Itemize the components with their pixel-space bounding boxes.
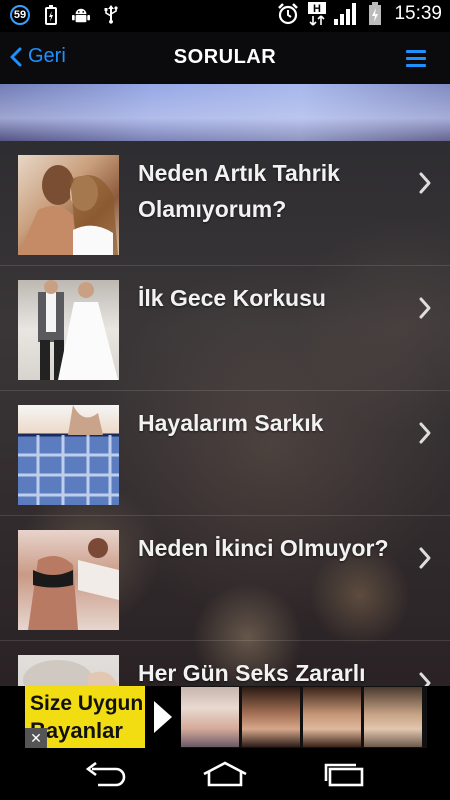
system-home-button[interactable] — [200, 758, 250, 790]
status-bar-left: 59 — [10, 5, 120, 25]
notification-badge: 59 — [10, 5, 30, 25]
chevron-right-icon — [419, 297, 431, 319]
question-row[interactable]: Hayalarım Sarkık — [0, 391, 450, 516]
alarm-icon — [276, 3, 300, 25]
ad-text-block: Size Uygun Bayanlar ✕ — [25, 686, 145, 748]
question-thumbnail — [18, 655, 119, 686]
ad-content[interactable]: Size Uygun Bayanlar ✕ — [25, 686, 427, 748]
ad-photo — [303, 687, 361, 747]
question-list: Neden Artık Tahrik Olamıyorum? İlk Gece … — [0, 141, 450, 686]
menu-bar-icon — [406, 50, 426, 53]
ad-photo — [242, 687, 300, 747]
system-recents-button[interactable] — [320, 758, 370, 790]
nav-bar: Geri SORULAR — [0, 32, 450, 84]
status-bar: 59 H 15:39 — [0, 0, 450, 32]
question-thumbnail — [18, 280, 119, 380]
menu-bar-icon — [406, 57, 426, 60]
question-title: Neden İkinci Olmuyor? — [138, 535, 389, 561]
question-row[interactable]: İlk Gece Korkusu — [0, 266, 450, 391]
menu-bar-icon — [406, 64, 426, 67]
chevron-right-icon — [419, 422, 431, 444]
recents-icon — [324, 763, 364, 787]
ad-close-button[interactable]: ✕ — [25, 728, 47, 748]
question-title: Hayalarım Sarkık — [138, 410, 324, 436]
header-banner — [0, 84, 450, 141]
question-title: Neden Artık Tahrik Olamıyorum? — [138, 160, 340, 222]
chevron-right-icon — [419, 547, 431, 569]
svg-text:H: H — [313, 3, 321, 15]
chevron-right-icon — [419, 672, 431, 686]
play-icon — [145, 686, 181, 748]
ad-photo — [181, 687, 239, 747]
ad-banner[interactable]: Size Uygun Bayanlar ✕ — [0, 686, 450, 748]
menu-button[interactable] — [406, 50, 426, 68]
battery-charging-icon — [42, 5, 60, 25]
question-thumbnail — [18, 155, 119, 255]
page-title: SORULAR — [173, 46, 277, 68]
usb-icon — [102, 5, 120, 25]
question-row[interactable]: Neden Artık Tahrik Olamıyorum? — [0, 141, 450, 266]
chevron-right-icon — [419, 172, 431, 194]
system-back-button[interactable] — [80, 758, 130, 790]
h-network-icon: H — [308, 2, 327, 26]
signal-icon — [334, 3, 360, 25]
question-thumbnail — [18, 405, 119, 505]
battery-icon — [368, 2, 382, 25]
question-thumbnail — [18, 530, 119, 630]
content-area[interactable]: Neden Artık Tahrik Olamıyorum? İlk Gece … — [0, 84, 450, 686]
status-bar-right: H 15:39 — [276, 2, 442, 26]
question-title: İlk Gece Korkusu — [138, 285, 326, 311]
status-time: 15:39 — [394, 3, 442, 24]
home-icon — [203, 761, 247, 787]
question-title: Her Gün Seks Zararlı — [138, 660, 366, 686]
question-row[interactable]: Her Gün Seks Zararlı — [0, 641, 450, 686]
ad-photo — [364, 687, 422, 747]
android-debug-icon — [72, 5, 90, 25]
ad-headline: Size Uygun — [30, 692, 144, 715]
question-row[interactable]: Neden İkinci Olmuyor? — [0, 516, 450, 641]
system-nav-bar — [0, 748, 450, 800]
back-arrow-icon — [85, 761, 126, 787]
